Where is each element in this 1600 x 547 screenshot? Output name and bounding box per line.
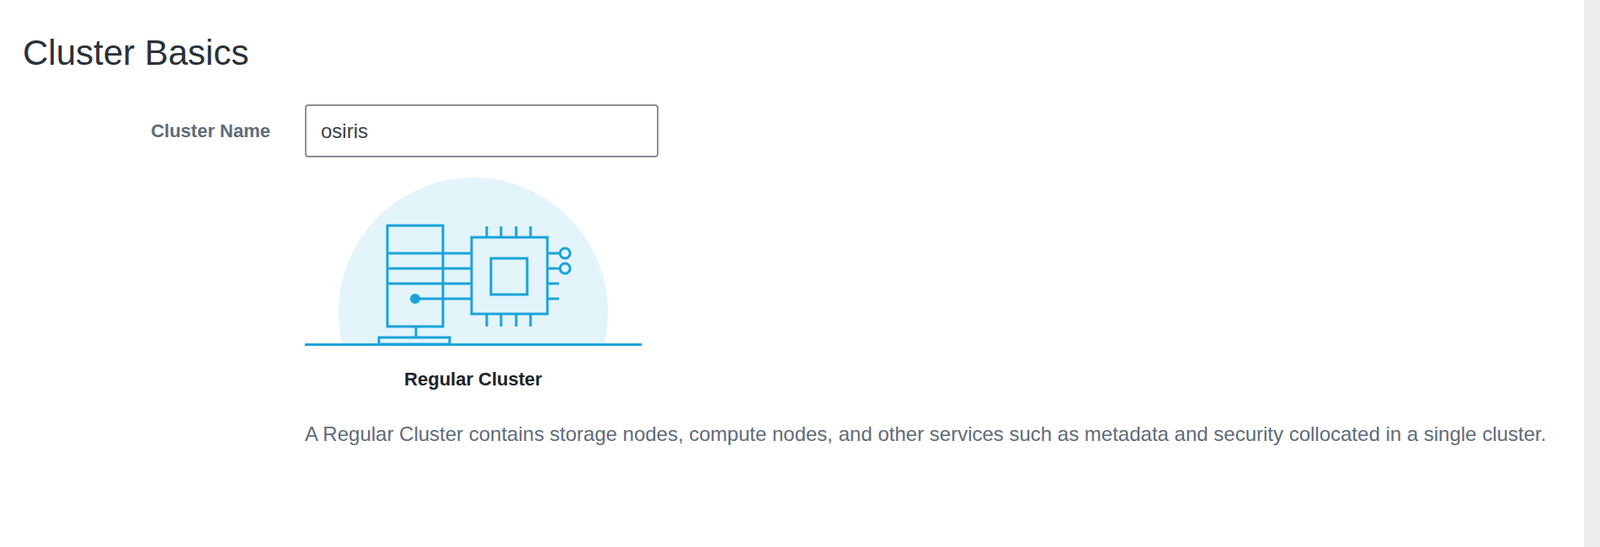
regular-cluster-icon (304, 177, 642, 347)
cluster-basics-panel: Cluster Basics Cluster Name Regular Cluste… (0, 0, 1584, 547)
scrollbar-track[interactable] (1584, 0, 1600, 547)
page-title: Cluster Basics (22, 32, 1584, 75)
page: Cluster Basics Cluster Name Regular Cluste… (0, 0, 1600, 547)
cluster-name-label: Cluster Name (22, 117, 271, 145)
regular-cluster-card[interactable]: Regular Cluster (304, 177, 642, 392)
cluster-type: Regular Cluster A Regular Cluster contain… (304, 177, 1584, 452)
cluster-type-description: A Regular Cluster contains storage nodes… (304, 417, 1560, 452)
cluster-type-label: Regular Cluster (404, 368, 543, 392)
cluster-name-input[interactable] (304, 104, 659, 158)
